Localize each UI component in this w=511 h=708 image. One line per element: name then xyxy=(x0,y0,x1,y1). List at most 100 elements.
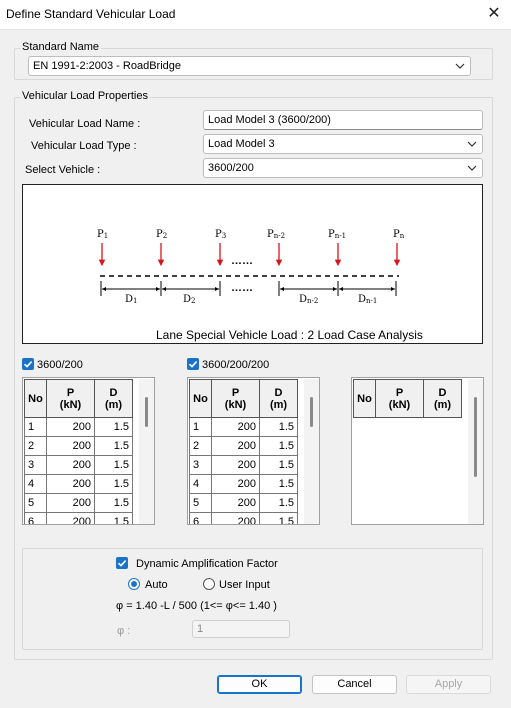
cell-p[interactable]: 200 xyxy=(46,512,95,524)
load-label-p1: P1 xyxy=(97,229,108,240)
phi-input[interactable]: 1 xyxy=(192,620,290,638)
scrollbar-thumb[interactable] xyxy=(310,397,313,427)
vehicular-load-name-input[interactable]: Load Model 3 (3600/200) xyxy=(203,110,483,130)
cell-p[interactable]: 200 xyxy=(46,474,95,494)
table-row[interactable]: 2 200 1.5 xyxy=(189,436,298,456)
cell-p[interactable]: 200 xyxy=(46,436,95,456)
cell-no: 2 xyxy=(24,436,47,456)
spacing-label-d1: D1 xyxy=(125,294,138,305)
column-header-d: D (m) xyxy=(94,379,133,418)
load-ellipsis: …… xyxy=(231,255,253,267)
title-bar: Define Standard Vehicular Load ✕ xyxy=(0,0,511,30)
axle-grid-2: No P (kN) D (m) 1 200 1.5 2 200 1.5 3 200 1.5 42… xyxy=(189,379,298,524)
cell-no: 1 xyxy=(189,417,212,437)
cell-p[interactable]: 200 xyxy=(211,455,260,475)
cell-d[interactable]: 1.5 xyxy=(94,512,133,524)
phi-label: φ : xyxy=(117,625,131,637)
scrollbar-thumb[interactable] xyxy=(474,397,477,477)
axle-table-2[interactable]: No P (kN) D (m) 1 200 1.5 2 200 1.5 3 200 1.5 42… xyxy=(187,377,320,525)
cell-no: 3 xyxy=(24,455,47,475)
vehicular-load-type-value: Load Model 3 xyxy=(208,138,275,150)
close-button[interactable]: ✕ xyxy=(481,2,507,26)
cell-no: 4 xyxy=(189,474,212,494)
axle-grid-1: No P (kN) D (m) 1 200 1.5 2 200 1.5 3 200 1.5 42… xyxy=(24,379,133,524)
vehicular-load-type-label: Vehicular Load Type : xyxy=(31,140,137,152)
scrollbar-thumb[interactable] xyxy=(145,397,148,427)
cell-no: 1 xyxy=(24,417,47,437)
vehicular-load-properties-label: Vehicular Load Properties xyxy=(20,90,150,102)
standard-name-label: Standard Name xyxy=(20,41,102,53)
load-diagram-svg: P1 P2 P3 Pn-2 Pn-1 Pn …… …… D1 D2 Dn-2 D… xyxy=(97,229,423,342)
column-header-no: No xyxy=(189,379,212,418)
column-header-d: D (m) xyxy=(259,379,298,418)
ok-button[interactable]: OK xyxy=(217,675,302,694)
vehicle-3600-200-checkbox[interactable] xyxy=(22,358,34,370)
axle-table-1[interactable]: No P (kN) D (m) 1 200 1.5 2 200 1.5 3 200 1.5 42… xyxy=(22,377,155,525)
cell-p[interactable]: 200 xyxy=(211,512,260,524)
cell-no: 2 xyxy=(189,436,212,456)
user-input-radio-label: User Input xyxy=(219,579,270,591)
cell-p[interactable]: 200 xyxy=(46,493,95,513)
table-row[interactable]: 6 200 1.5 xyxy=(24,512,133,524)
cell-d[interactable]: 1.5 xyxy=(94,455,133,475)
cell-p[interactable]: 200 xyxy=(211,436,260,456)
spacing-label-dn-1: Dn-1 xyxy=(358,294,377,305)
close-icon: ✕ xyxy=(487,5,501,22)
cell-p[interactable]: 200 xyxy=(211,493,260,513)
chevron-down-icon xyxy=(467,141,477,147)
cell-d[interactable]: 1.5 xyxy=(94,493,133,513)
column-header-p: P (kN) xyxy=(375,379,424,418)
table-row[interactable]: 6 200 1.5 xyxy=(189,512,298,524)
load-label-p2: P2 xyxy=(156,229,167,240)
select-vehicle-select[interactable]: 3600/200 xyxy=(203,158,483,178)
auto-radio[interactable] xyxy=(128,578,140,590)
dynamic-amplification-label: Dynamic Amplification Factor xyxy=(136,558,278,570)
cell-no: 3 xyxy=(189,455,212,475)
axle-table-3[interactable]: No P (kN) D (m) xyxy=(351,377,484,525)
vehicular-load-type-select[interactable]: Load Model 3 xyxy=(203,134,483,154)
cell-d[interactable]: 1.5 xyxy=(94,417,133,437)
cell-p[interactable]: 200 xyxy=(211,474,260,494)
axle-grid-3: No P (kN) D (m) xyxy=(353,379,462,418)
table-2-scrollbar[interactable] xyxy=(304,379,319,524)
table-row[interactable]: 3 200 1.5 xyxy=(24,455,133,475)
table-1-scrollbar[interactable] xyxy=(139,379,154,524)
cell-d[interactable]: 1.5 xyxy=(259,512,298,524)
cell-no: 6 xyxy=(189,512,212,524)
table-row[interactable]: 5 200 1.5 xyxy=(189,493,298,513)
cell-d[interactable]: 1.5 xyxy=(259,455,298,475)
table-row[interactable]: 3 200 1.5 xyxy=(189,455,298,475)
select-vehicle-label: Select Vehicle : xyxy=(25,164,101,176)
table-row[interactable]: 5 200 1.5 xyxy=(24,493,133,513)
cell-p[interactable]: 200 xyxy=(46,455,95,475)
cell-d[interactable]: 1.5 xyxy=(259,474,298,494)
table-row[interactable]: 1 200 1.5 xyxy=(24,417,133,437)
checkmark-icon xyxy=(188,361,198,368)
phi-value: 1 xyxy=(197,623,204,635)
cell-d[interactable]: 1.5 xyxy=(259,417,298,437)
standard-name-select[interactable]: EN 1991-2:2003 - RoadBridge xyxy=(28,56,471,76)
cell-p[interactable]: 200 xyxy=(46,417,95,437)
cell-d[interactable]: 1.5 xyxy=(259,493,298,513)
cell-d[interactable]: 1.5 xyxy=(94,436,133,456)
table-row[interactable]: 4 200 1.5 xyxy=(24,474,133,494)
standard-name-value: EN 1991-2:2003 - RoadBridge xyxy=(33,60,181,72)
load-label-p3: P3 xyxy=(215,229,226,240)
table-row[interactable]: 4 200 1.5 xyxy=(189,474,298,494)
cell-no: 5 xyxy=(189,493,212,513)
cell-d[interactable]: 1.5 xyxy=(94,474,133,494)
vehicle-3600-200-200-checkbox[interactable] xyxy=(187,358,199,370)
table-row[interactable]: 1 200 1.5 xyxy=(189,417,298,437)
table-row[interactable]: 2 200 1.5 xyxy=(24,436,133,456)
user-input-radio[interactable] xyxy=(203,578,215,590)
table-3-scrollbar[interactable] xyxy=(468,379,483,524)
cell-p[interactable]: 200 xyxy=(211,417,260,437)
column-header-no: No xyxy=(353,379,376,418)
vehicle-3600-200-200-label: 3600/200/200 xyxy=(202,359,270,371)
dimension-ellipsis: …… xyxy=(231,282,253,294)
cell-d[interactable]: 1.5 xyxy=(259,436,298,456)
apply-button[interactable]: Apply xyxy=(406,675,491,694)
cancel-button[interactable]: Cancel xyxy=(312,675,397,694)
dynamic-amplification-checkbox[interactable] xyxy=(116,557,128,569)
select-vehicle-value: 3600/200 xyxy=(208,162,254,174)
